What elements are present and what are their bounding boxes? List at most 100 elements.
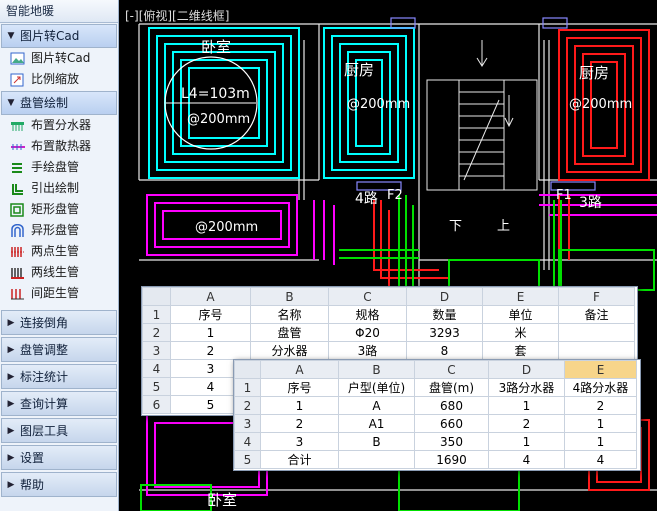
row-header[interactable]: 4 xyxy=(234,432,261,451)
sidebar-item-image-to-cad[interactable]: 图片转Cad xyxy=(0,48,118,69)
row-header[interactable]: 1 xyxy=(142,305,171,324)
column-header[interactable]: A xyxy=(260,360,339,379)
group-query-calc[interactable]: ▶ 查询计算 xyxy=(1,391,117,416)
two-line-icon xyxy=(10,266,26,280)
table-cell[interactable]: 2 xyxy=(260,414,339,433)
shaped-pipe-icon xyxy=(10,223,26,238)
table-cell[interactable]: 序号 xyxy=(260,378,339,397)
table-cell[interactable]: 名称 xyxy=(250,305,329,324)
sidebar-item-label: 比例缩放 xyxy=(31,72,80,86)
row-header[interactable]: 2 xyxy=(234,396,261,415)
row-header[interactable]: 2 xyxy=(142,323,171,342)
room-label-kitchen-right: 厨房 xyxy=(579,64,609,82)
group-pipe-adjust[interactable]: ▶ 盘管调整 xyxy=(1,337,117,362)
table-cell[interactable]: B xyxy=(338,432,415,451)
table-cell[interactable]: 1 xyxy=(564,432,637,451)
column-header[interactable]: E xyxy=(482,287,559,306)
column-header[interactable]: C xyxy=(414,360,489,379)
group-connect-chamfer[interactable]: ▶ 连接倒角 xyxy=(1,310,117,335)
sidebar-item-place-radiator[interactable]: 布置散热器 xyxy=(0,136,118,157)
column-header[interactable]: D xyxy=(406,287,483,306)
spacing-pipe-icon xyxy=(10,287,26,301)
table-cell[interactable]: 序号 xyxy=(170,305,251,324)
table-cell[interactable]: 数量 xyxy=(406,305,483,324)
table-cell[interactable]: 2 xyxy=(564,396,637,415)
sidebar-item-hand-draw-pipe[interactable]: 手绘盘管 xyxy=(0,157,118,178)
table-cell[interactable]: 分水器 xyxy=(250,341,329,360)
manifold-label-f1: F1 xyxy=(556,188,572,203)
table-cell[interactable]: 米 xyxy=(482,323,559,342)
table-cell[interactable]: 1 xyxy=(488,396,565,415)
group-help[interactable]: ▶ 帮助 xyxy=(1,472,117,497)
table-cell[interactable]: 规格 xyxy=(328,305,407,324)
table-cell[interactable]: A xyxy=(338,396,415,415)
column-header[interactable]: D xyxy=(488,360,565,379)
column-header-selected[interactable]: E xyxy=(564,360,637,379)
sidebar-item-shaped-pipe[interactable]: 异形盘管 xyxy=(0,220,118,241)
row-header[interactable]: 5 xyxy=(234,450,261,469)
table-cell[interactable]: 备注 xyxy=(558,305,635,324)
table-cell[interactable]: 660 xyxy=(414,414,489,433)
sidebar-item-spacing-pipe[interactable]: 间距生管 xyxy=(0,283,118,304)
expand-triangle-icon: ▼ xyxy=(7,98,15,108)
group-annotation-stats[interactable]: ▶ 标注统计 xyxy=(1,364,117,389)
sidebar-item-label: 间距生管 xyxy=(31,286,80,300)
table-cell[interactable]: 1 xyxy=(260,396,339,415)
table-cell[interactable]: 4 xyxy=(564,450,637,469)
column-header[interactable]: A xyxy=(170,287,251,306)
column-header[interactable]: B xyxy=(250,287,329,306)
table-cell[interactable]: 3路分水器 xyxy=(488,378,565,397)
sidebar-item-rect-pipe[interactable]: 矩形盘管 xyxy=(0,199,118,220)
sidebar-item-two-point[interactable]: 两点生管 xyxy=(0,241,118,262)
table-cell[interactable]: 单位 xyxy=(482,305,559,324)
table-cell[interactable] xyxy=(338,450,415,469)
row-header[interactable]: 4 xyxy=(142,359,171,378)
group-settings[interactable]: ▶ 设置 xyxy=(1,445,117,470)
group-image-to-cad[interactable]: ▼ 图片转Cad xyxy=(1,24,117,48)
sheet-corner[interactable] xyxy=(142,287,171,306)
table-cell[interactable]: 3 xyxy=(260,432,339,451)
unit-statistics-table[interactable]: A B C D E 1 序号 户型(单位) 盘管(m) 3路分水器 4路分水器 … xyxy=(233,359,641,471)
row-header[interactable]: 5 xyxy=(142,377,171,396)
table-cell[interactable]: 2 xyxy=(488,414,565,433)
table-cell[interactable]: 4 xyxy=(488,450,565,469)
column-header[interactable]: F xyxy=(558,287,635,306)
table-cell[interactable]: 8 xyxy=(406,341,483,360)
table-cell[interactable]: 户型(单位) xyxy=(338,378,415,397)
table-cell[interactable]: 盘管 xyxy=(250,323,329,342)
table-cell[interactable]: 3路 xyxy=(328,341,407,360)
table-cell[interactable]: 套 xyxy=(482,341,559,360)
table-cell[interactable]: A1 xyxy=(338,414,415,433)
table-cell[interactable]: 合计 xyxy=(260,450,339,469)
sidebar-item-two-line[interactable]: 两线生管 xyxy=(0,262,118,283)
table-cell[interactable] xyxy=(558,323,635,342)
row-header[interactable]: 1 xyxy=(234,378,261,397)
table-cell[interactable]: 350 xyxy=(414,432,489,451)
row-header[interactable]: 3 xyxy=(234,414,261,433)
table-cell[interactable] xyxy=(558,341,635,360)
cad-drawing-canvas[interactable]: [-][俯视][二维线框] 下 上 卧室 厨房 厨房 卧室 L4=103m @2… xyxy=(119,0,657,511)
table-row: 4 3 B 350 1 1 xyxy=(234,432,637,451)
sheet-corner[interactable] xyxy=(234,360,261,379)
collapse-triangle-icon: ▶ xyxy=(7,425,15,436)
table-cell[interactable]: 2 xyxy=(170,341,251,360)
table-cell[interactable]: 680 xyxy=(414,396,489,415)
sidebar-item-place-manifold[interactable]: 布置分水器 xyxy=(0,115,118,136)
table-cell[interactable]: 1 xyxy=(488,432,565,451)
column-header[interactable]: C xyxy=(328,287,407,306)
table-cell[interactable]: 1690 xyxy=(414,450,489,469)
table-cell[interactable]: 3293 xyxy=(406,323,483,342)
table-cell[interactable]: 4路分水器 xyxy=(564,378,637,397)
group-pipe-drawing[interactable]: ▼ 盘管绘制 xyxy=(1,91,117,115)
sidebar-item-lead-out[interactable]: 引出绘制 xyxy=(0,178,118,199)
table-cell[interactable]: 1 xyxy=(170,323,251,342)
row-header[interactable]: 6 xyxy=(142,395,171,414)
column-header[interactable]: B xyxy=(338,360,415,379)
row-header[interactable]: 3 xyxy=(142,341,171,360)
two-point-icon xyxy=(10,245,26,259)
sidebar-item-scale[interactable]: 比例缩放 xyxy=(0,69,118,90)
table-cell[interactable]: Φ20 xyxy=(328,323,407,342)
table-cell[interactable]: 盘管(m) xyxy=(414,378,489,397)
group-layer-tools[interactable]: ▶ 图层工具 xyxy=(1,418,117,443)
table-cell[interactable]: 1 xyxy=(564,414,637,433)
